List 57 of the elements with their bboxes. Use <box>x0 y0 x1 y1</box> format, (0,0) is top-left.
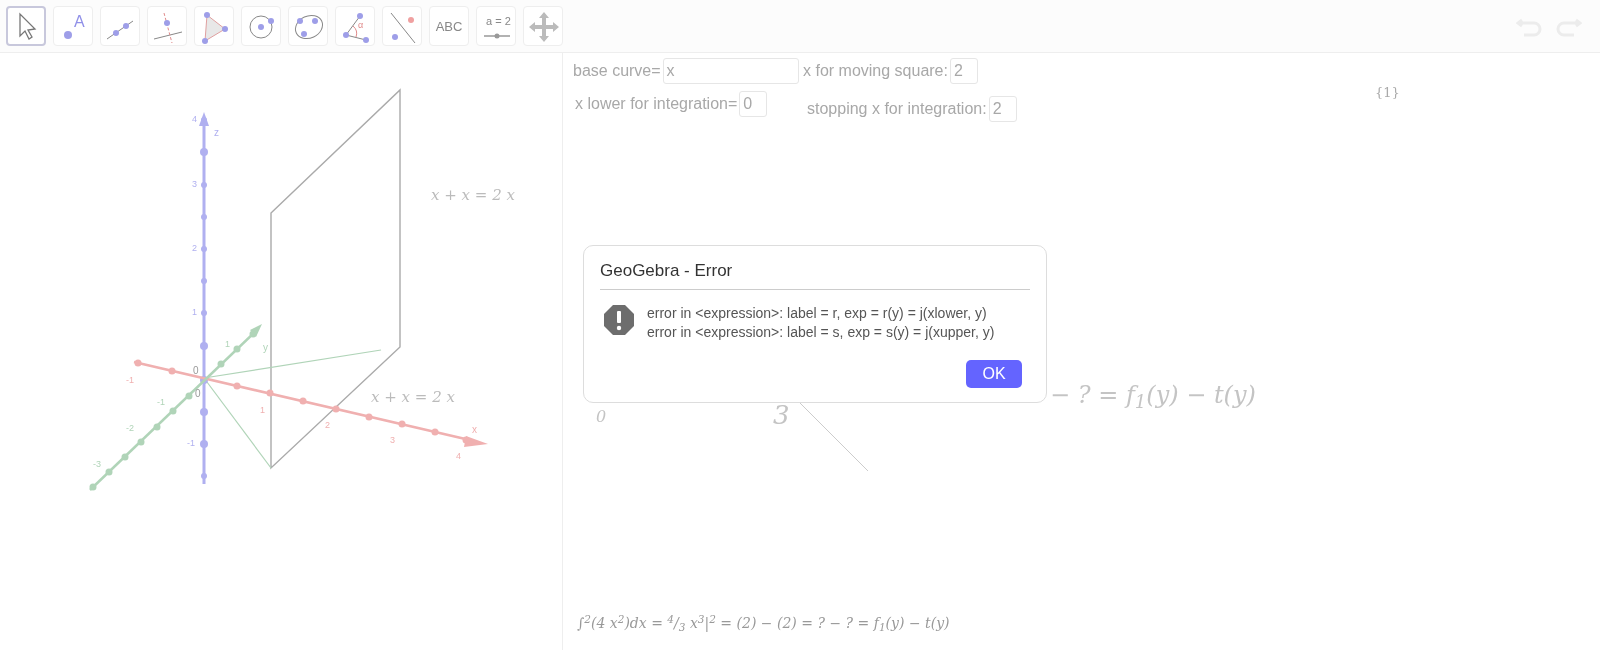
input-label: x lower for integration= <box>575 94 738 114</box>
point-icon <box>64 31 72 39</box>
move-tool-button[interactable] <box>6 6 46 46</box>
input-field[interactable]: 0 <box>739 91 768 117</box>
x-tick-label: 2 <box>325 420 330 430</box>
z-tick-label: 3 <box>192 179 197 189</box>
math-formula: ∫$^{2}$(4 x$^{2}$)dx = $^{4}$/$_{3}$ x$^{3}$|$^{2}$ = (2) − (2) = ? − ? = f$_{1}$(y) − t(y) <box>577 613 950 634</box>
y-axis-label: y <box>263 342 268 353</box>
x-axis-label: x <box>472 424 477 435</box>
error-message: error in <expression>: label = r, exp = r(y) = j(xlower, y) <box>647 303 988 323</box>
x-tick-label: 1 <box>260 405 265 415</box>
conic-tool-button[interactable] <box>288 6 328 46</box>
z-tick-label: -1 <box>187 438 195 448</box>
input-field[interactable]: x <box>662 58 799 84</box>
point-tool-label: A <box>74 14 85 30</box>
reflect-tool-button[interactable] <box>382 6 422 46</box>
z-tick-label: 2 <box>192 243 197 253</box>
ok-button[interactable]: OK <box>966 360 1022 388</box>
error-message: error in <expression>: label = s, exp = s(y) = j(xupper, y) <box>647 322 995 342</box>
z-tick-label: 4 <box>192 114 197 124</box>
equation-label: x + x = 2 x <box>371 388 455 406</box>
x-tick-label: 3 <box>390 435 395 445</box>
y-tick-label: 1 <box>225 339 230 349</box>
z-axis-label: z <box>214 127 219 138</box>
circle-tool-button[interactable] <box>241 6 281 46</box>
origin-label: 0 <box>195 388 201 399</box>
list-value: {1} <box>1375 84 1400 102</box>
x-tick-label: -1 <box>126 375 134 385</box>
math-formula: − ? = f$_{1}$(y) − t(y) <box>1050 380 1256 413</box>
input-label: base curve= <box>573 61 661 81</box>
z-tick-label: 1 <box>192 307 197 317</box>
point-tool-button[interactable]: A <box>53 6 93 46</box>
warning-icon <box>603 303 635 336</box>
polygon-tool-button[interactable] <box>194 6 234 46</box>
y-tick-label: -2 <box>126 423 134 433</box>
text-tool-label: ABC <box>435 19 463 33</box>
text-tool-button[interactable]: ABC <box>429 6 469 46</box>
slanted-line <box>800 403 870 473</box>
slider-tool-label: a = 2 <box>486 16 511 27</box>
y-tick-label: -1 <box>157 397 165 407</box>
input-label: stopping x for integration: <box>807 99 987 119</box>
origin-label: 0 <box>193 365 199 376</box>
math-formula: 3 <box>773 399 790 432</box>
x-tick-label: 4 <box>456 451 461 461</box>
perpendicular-tool-button[interactable] <box>147 6 187 46</box>
dialog-title: GeoGebra - Error <box>600 258 1030 290</box>
input-field[interactable]: 2 <box>988 96 1017 122</box>
y-tick-label: -3 <box>93 459 101 469</box>
angle-tool-button[interactable]: α <box>335 6 375 46</box>
math-formula: 0 <box>596 406 607 428</box>
equation-label: x + x = 2 x <box>431 186 515 204</box>
input-label: x for moving square: <box>803 61 948 81</box>
input-field[interactable]: 2 <box>949 58 978 84</box>
line-tool-button[interactable] <box>100 6 140 46</box>
slider-tool-button[interactable]: a = 2 <box>476 6 516 46</box>
angle-tool-label: α <box>358 21 364 30</box>
slider-icon <box>484 33 510 39</box>
